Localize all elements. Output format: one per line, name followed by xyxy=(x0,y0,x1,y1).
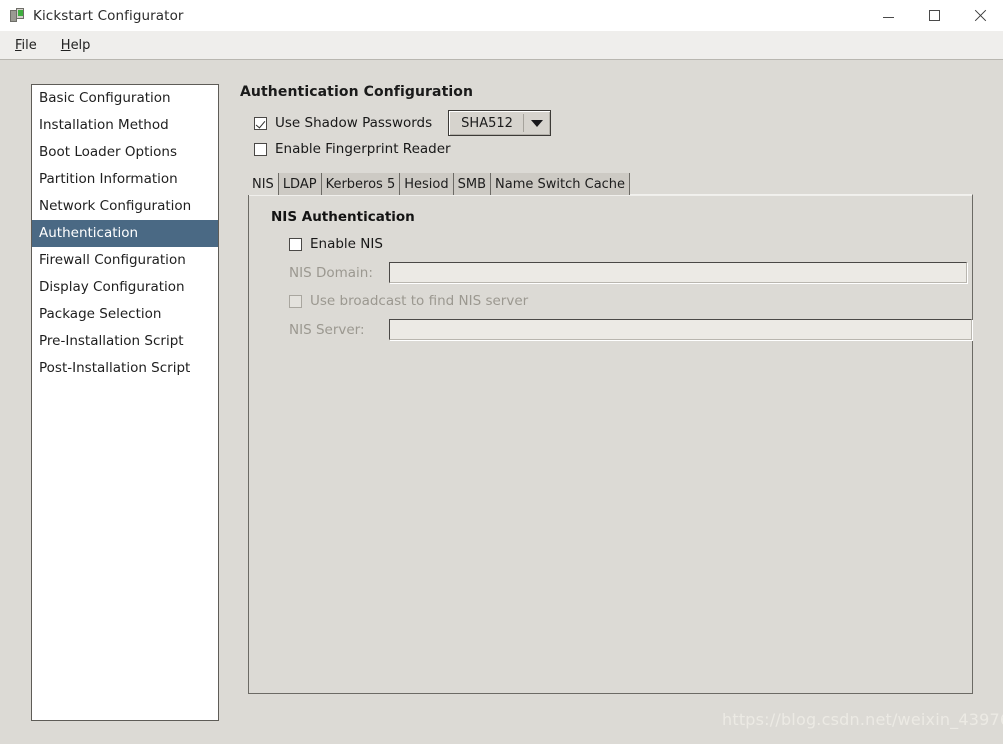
nis-panel-title: NIS Authentication xyxy=(271,209,415,225)
sidebar-item-boot-loader-options[interactable]: Boot Loader Options xyxy=(32,139,218,166)
sidebar-item-network-configuration[interactable]: Network Configuration xyxy=(32,193,218,220)
page-title: Authentication Configuration xyxy=(240,84,474,100)
fingerprint-reader-row: Enable Fingerprint Reader xyxy=(254,136,973,162)
hash-algorithm-dropdown[interactable]: SHA512 xyxy=(448,110,551,136)
maximize-button[interactable] xyxy=(911,0,957,31)
authentication-notebook: NIS LDAP Kerberos 5 Hesiod SMB Name Swit… xyxy=(240,173,973,694)
maximize-icon xyxy=(928,10,940,21)
tab-name-switch-cache[interactable]: Name Switch Cache xyxy=(491,173,631,195)
sidebar-item-basic-configuration[interactable]: Basic Configuration xyxy=(32,85,218,112)
shadow-passwords-label: Use Shadow Passwords xyxy=(275,115,433,131)
nis-server-row: NIS Server: xyxy=(289,314,972,345)
menu-file-label-rest: ile xyxy=(21,37,37,53)
main-content: Authentication Configuration Use Shadow … xyxy=(240,84,973,694)
use-broadcast-label: Use broadcast to find NIS server xyxy=(310,293,529,309)
sidebar-item-post-installation-script[interactable]: Post-Installation Script xyxy=(32,355,218,382)
tab-nis[interactable]: NIS xyxy=(248,173,279,195)
shadow-passwords-row: Use Shadow Passwords SHA512 xyxy=(254,110,973,136)
nis-server-label: NIS Server: xyxy=(289,321,365,338)
use-broadcast-checkbox[interactable] xyxy=(289,294,302,308)
menu-help[interactable]: Help xyxy=(52,35,100,56)
nis-tab-panel: NIS Authentication Enable NIS NIS Domain… xyxy=(248,194,973,694)
tab-hesiod[interactable]: Hesiod xyxy=(400,173,454,195)
fingerprint-reader-label: Enable Fingerprint Reader xyxy=(275,141,451,157)
sidebar-item-firewall-configuration[interactable]: Firewall Configuration xyxy=(32,247,218,274)
title-bar: Kickstart Configurator xyxy=(0,0,1003,31)
nis-domain-input[interactable] xyxy=(389,262,967,283)
sidebar-item-authentication[interactable]: Authentication xyxy=(32,220,218,247)
window-body: Basic Configuration Installation Method … xyxy=(0,60,1003,744)
nis-domain-row: NIS Domain: xyxy=(289,257,972,288)
nis-server-input[interactable] xyxy=(389,319,972,340)
tab-ldap[interactable]: LDAP xyxy=(278,173,322,195)
sidebar-item-pre-installation-script[interactable]: Pre-Installation Script xyxy=(32,328,218,355)
hash-algorithm-value: SHA512 xyxy=(461,115,513,131)
use-broadcast-row: Use broadcast to find NIS server xyxy=(289,288,972,314)
app-icon xyxy=(9,7,25,24)
close-button[interactable] xyxy=(957,0,1003,31)
chevron-down-icon xyxy=(524,119,550,127)
nis-domain-label: NIS Domain: xyxy=(289,264,373,281)
sidebar-item-display-configuration[interactable]: Display Configuration xyxy=(32,274,218,301)
fingerprint-reader-checkbox[interactable] xyxy=(254,142,267,156)
sidebar-item-installation-method[interactable]: Installation Method xyxy=(32,112,218,139)
shadow-passwords-checkbox[interactable] xyxy=(254,116,267,130)
tab-kerberos-5[interactable]: Kerberos 5 xyxy=(321,173,401,195)
window-title: Kickstart Configurator xyxy=(33,7,184,24)
enable-nis-label: Enable NIS xyxy=(310,236,383,252)
minimize-button[interactable] xyxy=(865,0,911,31)
close-icon xyxy=(974,9,987,22)
sidebar-list[interactable]: Basic Configuration Installation Method … xyxy=(31,84,219,721)
menu-file[interactable]: File xyxy=(6,35,46,56)
menu-bar: File Help xyxy=(0,31,1003,60)
enable-nis-checkbox[interactable] xyxy=(289,237,302,251)
window-controls xyxy=(865,0,1003,31)
sidebar-item-partition-information[interactable]: Partition Information xyxy=(32,166,218,193)
tab-strip: NIS LDAP Kerberos 5 Hesiod SMB Name Swit… xyxy=(248,173,631,195)
minimize-icon xyxy=(882,17,894,18)
sidebar-item-package-selection[interactable]: Package Selection xyxy=(32,301,218,328)
tab-smb[interactable]: SMB xyxy=(453,173,492,195)
enable-nis-row: Enable NIS xyxy=(289,231,972,257)
menu-help-label-rest: elp xyxy=(70,37,91,53)
